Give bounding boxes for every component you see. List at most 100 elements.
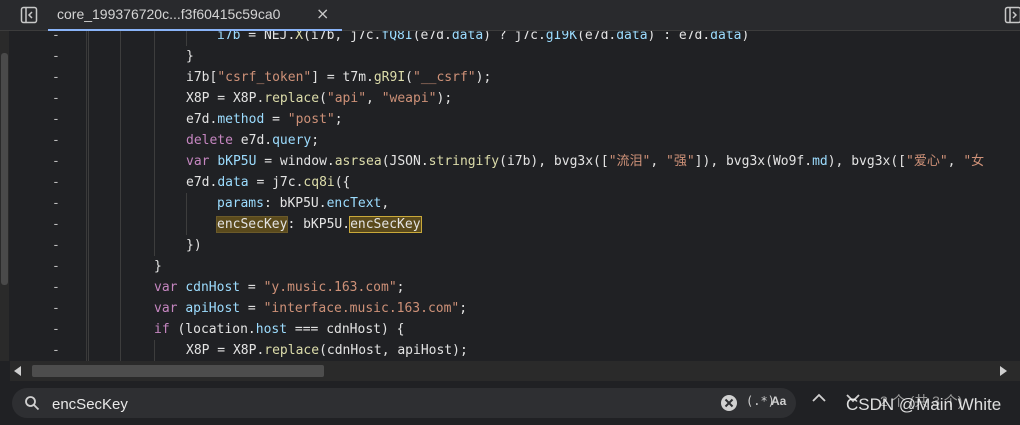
code-token: = bbox=[264, 112, 288, 127]
indent-guide bbox=[154, 46, 155, 67]
horizontal-scrollbar[interactable] bbox=[10, 361, 1020, 381]
code-token: asrsea bbox=[334, 154, 382, 169]
code-token: (i7b), bvg3x([ bbox=[499, 154, 609, 169]
line-marker[interactable]: - bbox=[52, 151, 60, 172]
sidebar-toggle-icon[interactable] bbox=[20, 6, 38, 24]
code-line[interactable]: - var bKP5U = window.asrsea(JSON.stringif… bbox=[0, 151, 1020, 172]
line-marker[interactable]: - bbox=[52, 109, 60, 130]
line-marker[interactable]: - bbox=[52, 172, 60, 193]
code-token: , bbox=[947, 154, 964, 169]
code-token: === cdnHost) { bbox=[287, 322, 405, 337]
search-input[interactable] bbox=[50, 391, 694, 417]
code-line[interactable]: - params: bKP5U.encText, bbox=[0, 193, 1020, 214]
code-line[interactable]: -} bbox=[0, 46, 1020, 67]
code-token: : bKP5U. bbox=[263, 196, 327, 211]
indent-guide bbox=[120, 235, 121, 256]
line-marker[interactable]: - bbox=[52, 31, 60, 46]
line-marker[interactable]: - bbox=[52, 88, 60, 109]
code-line[interactable]: -}) bbox=[0, 235, 1020, 256]
code-text: e7d.method = "post"; bbox=[186, 109, 343, 130]
indent-guide bbox=[88, 214, 89, 235]
line-marker[interactable]: - bbox=[52, 298, 60, 319]
indent-guide bbox=[88, 88, 89, 109]
code-token: X bbox=[295, 31, 304, 43]
line-marker[interactable]: - bbox=[52, 277, 60, 298]
code-line[interactable]: - i7b = NEJ.X(i7b, j7c.fQ8I(e7d.data) ? j… bbox=[0, 31, 1020, 46]
line-marker[interactable]: - bbox=[52, 214, 60, 235]
code-line[interactable]: - e7d.data = j7c.cq8i({ bbox=[0, 172, 1020, 193]
indent-guide bbox=[120, 46, 121, 67]
code-token: apiHost bbox=[185, 301, 241, 316]
code-line[interactable]: - X8P = X8P.replace("api", "weapi"); bbox=[0, 88, 1020, 109]
code-token: replace bbox=[264, 343, 320, 358]
indent-guide bbox=[186, 193, 187, 214]
line-marker[interactable]: - bbox=[52, 319, 60, 340]
code-token: ); bbox=[436, 91, 453, 106]
code-token: "weapi" bbox=[381, 91, 437, 106]
code-token: ) : e7d. bbox=[647, 31, 711, 43]
indent-guide bbox=[88, 193, 89, 214]
code-text: i7b["csrf_token"] = t7m.gR9I("__csrf"); bbox=[186, 67, 491, 88]
code-token: ] = t7m. bbox=[311, 70, 374, 85]
search-field[interactable]: (.*) Aa bbox=[12, 388, 796, 418]
code-token: method bbox=[217, 112, 265, 127]
code-token: encText bbox=[326, 196, 382, 211]
code-token: = NEJ. bbox=[240, 31, 296, 43]
code-text: var apiHost = "interface.music.163.com"; bbox=[154, 298, 467, 319]
line-marker[interactable]: - bbox=[52, 46, 60, 67]
scroll-right-icon[interactable] bbox=[1000, 366, 1007, 376]
scroll-left-icon[interactable] bbox=[14, 366, 21, 376]
code-token: "爱心" bbox=[906, 154, 948, 169]
indent-guide bbox=[120, 193, 121, 214]
close-icon[interactable]: × bbox=[316, 4, 329, 23]
code-token: (cdnHost, apiHost); bbox=[319, 343, 468, 358]
line-marker[interactable]: - bbox=[52, 340, 60, 361]
code-line[interactable]: - encSecKey: bKP5U.encSecKey bbox=[0, 214, 1020, 235]
code-line[interactable]: - var apiHost = "interface.music.163.com"… bbox=[0, 298, 1020, 319]
code-editor[interactable]: - i7b = NEJ.X(i7b, j7c.fQ8I(e7d.data) ? j… bbox=[0, 31, 1020, 361]
horizontal-scrollbar-thumb[interactable] bbox=[32, 365, 324, 377]
indent-guide bbox=[154, 151, 155, 172]
indent-guide bbox=[186, 31, 187, 46]
code-token: ; bbox=[396, 280, 405, 295]
code-token: data bbox=[451, 31, 484, 43]
code-token: stringify bbox=[428, 154, 500, 169]
indent-guide bbox=[154, 172, 155, 193]
code-text: if (location.host === cdnHost) { bbox=[154, 319, 404, 340]
indent-guide bbox=[186, 214, 187, 235]
match-case-toggle[interactable]: Aa bbox=[771, 394, 786, 408]
line-marker[interactable]: - bbox=[52, 256, 60, 277]
indent-guide bbox=[120, 88, 121, 109]
code-token: delete bbox=[186, 133, 233, 148]
line-marker[interactable]: - bbox=[52, 193, 60, 214]
code-line[interactable]: - i7b["csrf_token"] = t7m.gR9I("__csrf"); bbox=[0, 67, 1020, 88]
line-marker[interactable]: - bbox=[52, 235, 60, 256]
line-marker[interactable]: - bbox=[52, 130, 60, 151]
indent-guide bbox=[88, 319, 89, 340]
file-tab[interactable]: core_199376720c...f3f60415c59ca0 × bbox=[48, 0, 342, 31]
chevron-up-icon[interactable] bbox=[812, 393, 826, 403]
clear-icon[interactable] bbox=[720, 394, 738, 412]
code-line[interactable]: - e7d.method = "post"; bbox=[0, 109, 1020, 130]
indent-guide bbox=[120, 151, 121, 172]
indent-guide bbox=[120, 67, 121, 88]
code-line[interactable]: - var cdnHost = "y.music.163.com"; bbox=[0, 277, 1020, 298]
indent-guide bbox=[88, 46, 89, 67]
code-token: gI9K bbox=[545, 31, 578, 43]
code-line[interactable]: -} bbox=[0, 256, 1020, 277]
code-line[interactable]: - if (location.host === cdnHost) { bbox=[0, 319, 1020, 340]
line-marker[interactable]: - bbox=[52, 67, 60, 88]
code-line[interactable]: - delete e7d.query; bbox=[0, 130, 1020, 151]
code-token: var bbox=[154, 280, 178, 295]
indent-guide bbox=[154, 214, 155, 235]
code-line[interactable]: - X8P = X8P.replace(cdnHost, apiHost); bbox=[0, 340, 1020, 361]
indent-guide bbox=[120, 298, 121, 319]
code-token: = bbox=[240, 280, 264, 295]
code-text: e7d.data = j7c.cq8i({ bbox=[186, 172, 350, 193]
right-sidebar-toggle-icon[interactable] bbox=[1004, 6, 1020, 24]
code-token: host bbox=[255, 322, 288, 337]
code-text: params: bKP5U.encText, bbox=[217, 193, 389, 214]
code-token: } bbox=[186, 49, 194, 64]
code-token: var bbox=[186, 154, 210, 169]
code-token: (JSON. bbox=[381, 154, 429, 169]
